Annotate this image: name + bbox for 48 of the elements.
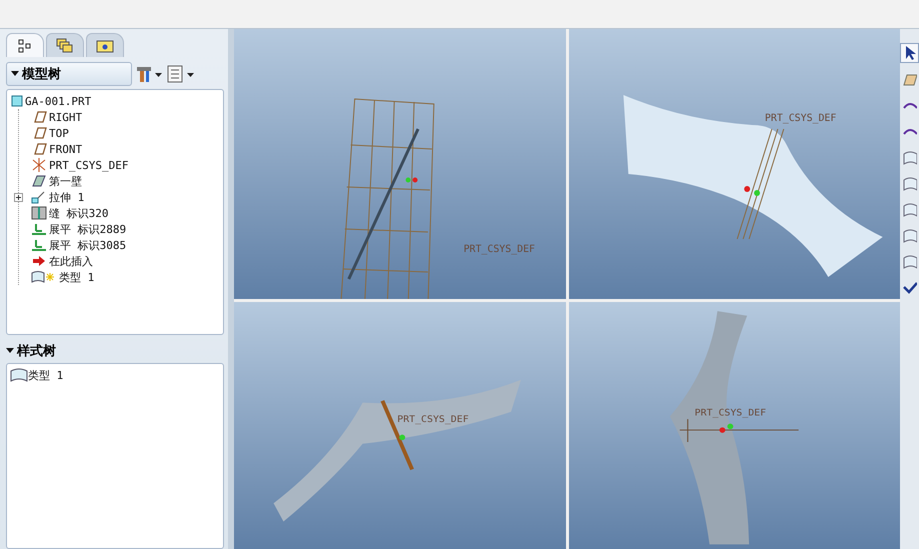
tree-header[interactable]: 样式树 — [6, 342, 56, 360]
panel-tab[interactable] — [6, 33, 44, 57]
tree-icon — [18, 38, 32, 52]
surface-icon — [10, 368, 28, 382]
caret-icon — [11, 71, 19, 77]
tree-item[interactable]: TOP — [49, 126, 69, 140]
wall-icon — [31, 174, 47, 188]
csys-label: PRT_CSYS_DEF — [397, 414, 469, 425]
folder-icon — [96, 38, 114, 52]
plane-icon — [31, 111, 47, 123]
tree-item[interactable]: 展平 标识2889 — [49, 222, 126, 236]
surface-icon[interactable] — [901, 201, 918, 219]
flatten-icon — [31, 222, 47, 236]
surface-icon[interactable] — [901, 149, 918, 167]
tree-item[interactable]: 类型 1 — [59, 270, 94, 284]
surface-icon[interactable] — [901, 253, 918, 271]
plane-icon — [31, 143, 47, 155]
tree-item[interactable]: 展平 标识3085 — [49, 238, 126, 252]
part-icon — [11, 95, 23, 107]
csys-label: PRT_CSYS_DEF — [694, 408, 766, 418]
tree-item[interactable]: 缝 标识320 — [49, 206, 108, 220]
extrude-icon — [31, 190, 47, 204]
tree-item[interactable]: 第一壁 — [49, 174, 82, 188]
panel-tab[interactable] — [86, 33, 124, 57]
expand-icon[interactable] — [14, 192, 23, 202]
seam-icon — [31, 206, 47, 220]
csys-icon — [31, 158, 47, 172]
tools-dropdown-icon[interactable] — [134, 64, 164, 84]
tree-header[interactable]: 模型树 — [6, 62, 132, 86]
plane-icon — [31, 127, 47, 139]
arrow-icon — [31, 254, 47, 268]
caret-icon — [6, 348, 14, 354]
surface-icon[interactable] — [901, 175, 918, 193]
tree-item[interactable]: GA-001.PRT — [11, 93, 219, 109]
tree-item[interactable]: 在此插入 — [49, 254, 93, 268]
csys-label: PRT_CSYS_DEF — [464, 244, 535, 256]
folders-icon — [56, 38, 74, 54]
surface-icon[interactable] — [901, 227, 918, 245]
tree-item[interactable]: PRT_CSYS_DEF — [49, 158, 128, 172]
surface-star-icon — [31, 270, 57, 284]
panel-tab[interactable] — [46, 33, 84, 57]
tree-item[interactable]: RIGHT — [49, 110, 82, 124]
flatten-icon — [31, 238, 47, 252]
csys-label: PRT_CSYS_DEF — [764, 112, 836, 124]
tree-item[interactable]: FRONT — [49, 142, 82, 156]
tree-item[interactable]: 拉伸 1 — [49, 190, 84, 204]
tree-item[interactable]: 类型 1 — [28, 368, 64, 382]
list-dropdown-icon[interactable] — [166, 64, 196, 84]
